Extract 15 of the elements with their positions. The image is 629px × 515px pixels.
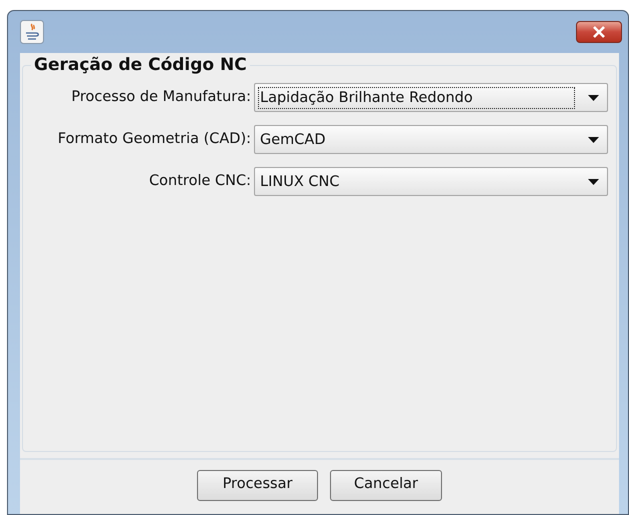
close-icon [592,26,606,38]
java-icon [20,20,44,44]
field-label: Processo de Manufatura: [70,88,252,107]
dropdown[interactable]: LINUX CNC [254,167,608,196]
dialog-button[interactable]: Processar [197,470,318,500]
group-title: Geração de Código NC [31,54,250,76]
caret-icon [588,178,599,184]
close-button[interactable] [576,21,622,43]
dialog-button[interactable]: Cancelar [330,470,442,500]
caret-icon [588,136,599,142]
dropdown[interactable]: Lapidação Brilhante Redondo [254,83,608,112]
dropdown[interactable]: GemCAD [254,125,608,154]
field-label: Controle CNC: [148,172,252,191]
field-label: Formato Geometria (CAD): [56,130,252,149]
caret-icon [588,94,599,100]
